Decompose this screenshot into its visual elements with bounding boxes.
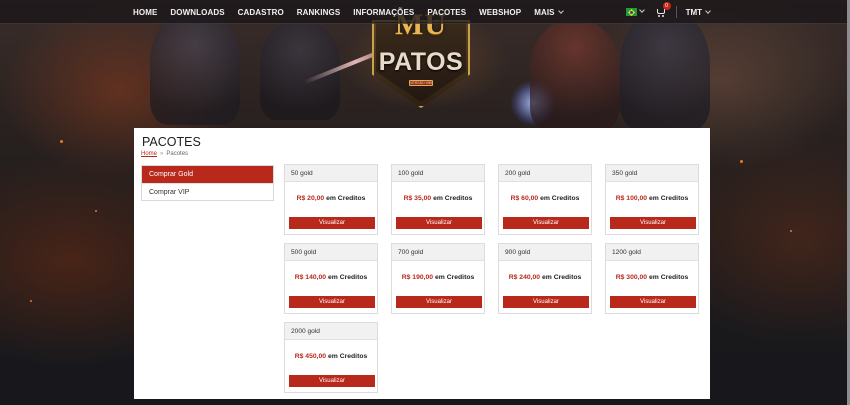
cart-count-badge: 0 [662,2,671,10]
hero-figure-valkyrie [530,20,620,130]
view-package-button[interactable]: Visualizar [610,217,696,229]
ember-particle [95,210,97,212]
package-price-unit: em Creditos [434,274,475,281]
nav-item-downloads[interactable]: DOWNLOADS [170,8,224,17]
package-card: 700 gold R$ 190,00 em Creditos Visualiza… [391,243,485,314]
ember-particle [790,230,792,232]
top-navigation-bar: HOME DOWNLOADS CADASTRO RANKINGS INFORMA… [0,0,850,24]
sidebar-menu: Comprar Gold Comprar VIP [141,165,274,201]
package-price-amount: R$ 450,00 [294,353,327,360]
user-name: TMT [685,7,702,17]
breadcrumb-current: Pacotes [166,151,189,157]
package-price: R$ 100,00 em Creditos [606,195,698,202]
sidebar-item-comprar-vip[interactable]: Comprar VIP [142,183,273,200]
nav-divider [675,6,677,18]
package-price-amount: R$ 100,00 [615,195,648,202]
package-card: 2000 gold R$ 450,00 em Creditos Visualiz… [284,322,378,393]
nav-item-cadastro[interactable]: CADASTRO [238,8,284,17]
user-menu[interactable]: TMT [685,7,711,17]
package-price-unit: em Creditos [327,353,368,360]
cart-wheel [661,15,664,17]
package-price: R$ 20,00 em Creditos [285,195,377,202]
cart-wheel [657,15,660,17]
package-price-amount: R$ 35,00 [403,195,432,202]
package-card: 900 gold R$ 240,00 em Creditos Visualiza… [498,243,592,314]
package-price-unit: em Creditos [541,274,582,281]
package-name: 350 gold [606,165,698,182]
package-price: R$ 190,00 em Creditos [392,274,484,281]
ember-particle [30,300,32,302]
brazil-flag-icon[interactable] [625,8,637,16]
package-card: 200 gold R$ 60,00 em Creditos Visualizar [498,164,592,235]
package-price-amount: R$ 190,00 [401,274,434,281]
package-card: 1200 gold R$ 300,00 em Creditos Visualiz… [605,243,699,314]
package-name: 50 gold [285,165,377,182]
chevron-down-icon [638,7,645,13]
package-name: 500 gold [285,244,377,261]
nav-tools: 0 TMT [625,0,711,24]
package-card: 350 gold R$ 100,00 em Creditos Visualiza… [605,164,699,235]
breadcrumb: Home» Pacotes [141,151,188,157]
package-name: 200 gold [499,165,591,182]
package-price-unit: em Creditos [326,195,366,202]
ember-particle [60,140,63,143]
view-package-button[interactable]: Visualizar [289,375,375,387]
view-package-button[interactable]: Visualizar [289,296,375,308]
package-card: 100 gold R$ 35,00 em Creditos Visualizar [391,164,485,235]
view-package-button[interactable]: Visualizar [396,217,482,229]
nav-item-rankings[interactable]: RANKINGS [297,8,340,17]
view-package-button[interactable]: Visualizar [503,217,589,229]
chevron-down-icon [705,7,711,14]
package-name: 700 gold [392,244,484,261]
package-card: 500 gold R$ 140,00 em Creditos Visualiza… [284,243,378,314]
package-price: R$ 140,00 em Creditos [285,274,377,281]
package-price: R$ 450,00 em Creditos [285,353,377,360]
breadcrumb-separator: » [160,151,164,157]
package-price: R$ 300,00 em Creditos [606,274,698,281]
package-price-unit: em Creditos [648,274,689,281]
cart-basket [656,9,665,14]
package-price-unit: em Creditos [540,195,580,202]
package-name: 100 gold [392,165,484,182]
package-price-amount: R$ 20,00 [296,195,325,202]
ember-particle [740,160,743,163]
logo-version-badge: VERSÃO 99B [409,80,433,86]
hero-figure-mage [620,10,710,130]
nav-item-webshop[interactable]: WEBSHOP [479,8,521,17]
view-package-button[interactable]: Visualizar [503,296,589,308]
nav-item-mais[interactable]: MAIS [534,7,564,17]
package-price: R$ 60,00 em Creditos [499,195,591,202]
package-name: 2000 gold [285,323,377,340]
nav-item-mais-label: MAIS [534,7,555,17]
view-package-button[interactable]: Visualizar [289,217,375,229]
logo-text-main: PATOS [378,48,464,76]
package-price-unit: em Creditos [648,195,689,202]
cart-icon[interactable]: 0 [656,2,671,17]
content-panel: PACOTES Home» Pacotes Comprar Gold Compra… [134,128,710,399]
package-price-amount: R$ 240,00 [508,274,541,281]
sidebar-item-comprar-gold[interactable]: Comprar Gold [142,166,273,183]
package-price: R$ 240,00 em Creditos [499,274,591,281]
package-price-unit: em Creditos [327,274,368,281]
chevron-down-icon [557,7,564,14]
package-name: 900 gold [499,244,591,261]
hero-figure-knight [150,10,240,125]
package-card: 50 gold R$ 20,00 em Creditos Visualizar [284,164,378,235]
page-title: PACOTES [142,135,201,149]
package-price-unit: em Creditos [433,195,473,202]
view-package-button[interactable]: Visualizar [396,296,482,308]
nav-item-pacotes[interactable]: PACOTES [427,8,466,17]
nav-item-informacoes[interactable]: INFORMAÇÕES [353,8,414,17]
view-package-button[interactable]: Visualizar [610,296,696,308]
package-price-amount: R$ 300,00 [615,274,648,281]
package-price-amount: R$ 60,00 [510,195,539,202]
package-price: R$ 35,00 em Creditos [392,195,484,202]
package-price-amount: R$ 140,00 [294,274,327,281]
package-name: 1200 gold [606,244,698,261]
main-nav: HOME DOWNLOADS CADASTRO RANKINGS INFORMA… [133,0,576,24]
breadcrumb-home-link[interactable]: Home [141,151,157,157]
nav-item-home[interactable]: HOME [133,8,157,17]
